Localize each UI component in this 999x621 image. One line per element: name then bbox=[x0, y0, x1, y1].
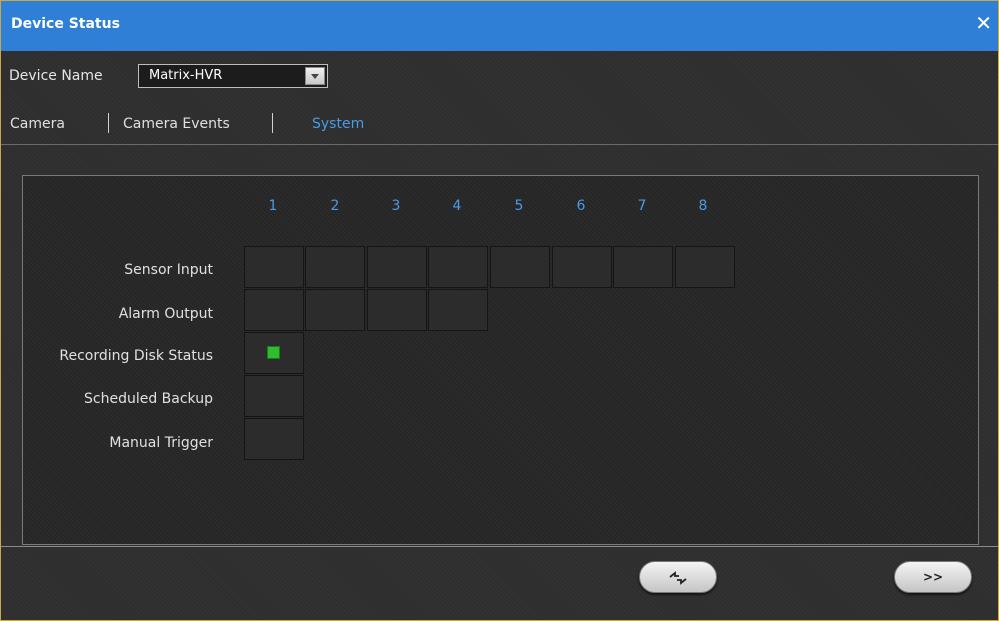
manual-trigger-cell-1 bbox=[244, 418, 304, 460]
row-label-recording-disk-status: Recording Disk Status bbox=[59, 348, 213, 364]
tab-camera[interactable]: Camera bbox=[10, 116, 65, 132]
device-name-label: Device Name bbox=[9, 68, 103, 84]
alarm-output-cell-1 bbox=[244, 289, 304, 331]
row-label-scheduled-backup: Scheduled Backup bbox=[84, 391, 213, 407]
tab-camera-events[interactable]: Camera Events bbox=[123, 116, 230, 132]
column-header-3: 3 bbox=[391, 198, 401, 214]
column-header-6: 6 bbox=[576, 198, 586, 214]
refresh-button[interactable] bbox=[639, 561, 717, 593]
row-label-sensor-input: Sensor Input bbox=[124, 262, 213, 278]
sensor-input-cell-1 bbox=[244, 246, 304, 288]
footer-divider bbox=[1, 546, 998, 547]
title-bar: Device Status ✕ bbox=[1, 1, 998, 51]
sensor-input-cell-3 bbox=[367, 246, 427, 288]
next-button[interactable]: >> bbox=[894, 561, 972, 593]
column-header-5: 5 bbox=[514, 198, 524, 214]
tab-separator bbox=[108, 113, 109, 133]
sensor-input-cell-2 bbox=[305, 246, 365, 288]
tab-system[interactable]: System bbox=[312, 116, 364, 132]
sensor-input-cell-4 bbox=[428, 246, 488, 288]
tab-divider bbox=[1, 144, 998, 145]
column-header-4: 4 bbox=[452, 198, 462, 214]
device-name-value: Matrix-HVR bbox=[149, 68, 223, 83]
recording-disk-status-cell-1 bbox=[244, 332, 304, 374]
column-header-8: 8 bbox=[698, 198, 708, 214]
chevron-down-icon[interactable] bbox=[305, 67, 325, 85]
alarm-output-cell-4 bbox=[428, 289, 488, 331]
column-header-7: 7 bbox=[637, 198, 647, 214]
tab-separator bbox=[272, 113, 273, 133]
sensor-input-cell-5 bbox=[490, 246, 550, 288]
column-header-1: 1 bbox=[268, 198, 278, 214]
alarm-output-cell-2 bbox=[305, 289, 365, 331]
scheduled-backup-cell-1 bbox=[244, 375, 304, 417]
close-icon[interactable]: ✕ bbox=[975, 12, 992, 34]
device-status-window: Device Status ✕ Device Name Matrix-HVR C… bbox=[0, 0, 999, 621]
alarm-output-cell-3 bbox=[367, 289, 427, 331]
sensor-input-cell-7 bbox=[613, 246, 673, 288]
sensor-input-cell-8 bbox=[675, 246, 735, 288]
sensor-input-cell-6 bbox=[552, 246, 612, 288]
status-indicator-icon bbox=[267, 346, 280, 359]
window-title: Device Status bbox=[11, 16, 120, 32]
device-name-select[interactable]: Matrix-HVR bbox=[138, 64, 328, 88]
refresh-icon bbox=[669, 570, 687, 585]
row-label-manual-trigger: Manual Trigger bbox=[109, 435, 213, 451]
row-label-alarm-output: Alarm Output bbox=[118, 306, 213, 322]
column-header-2: 2 bbox=[330, 198, 340, 214]
